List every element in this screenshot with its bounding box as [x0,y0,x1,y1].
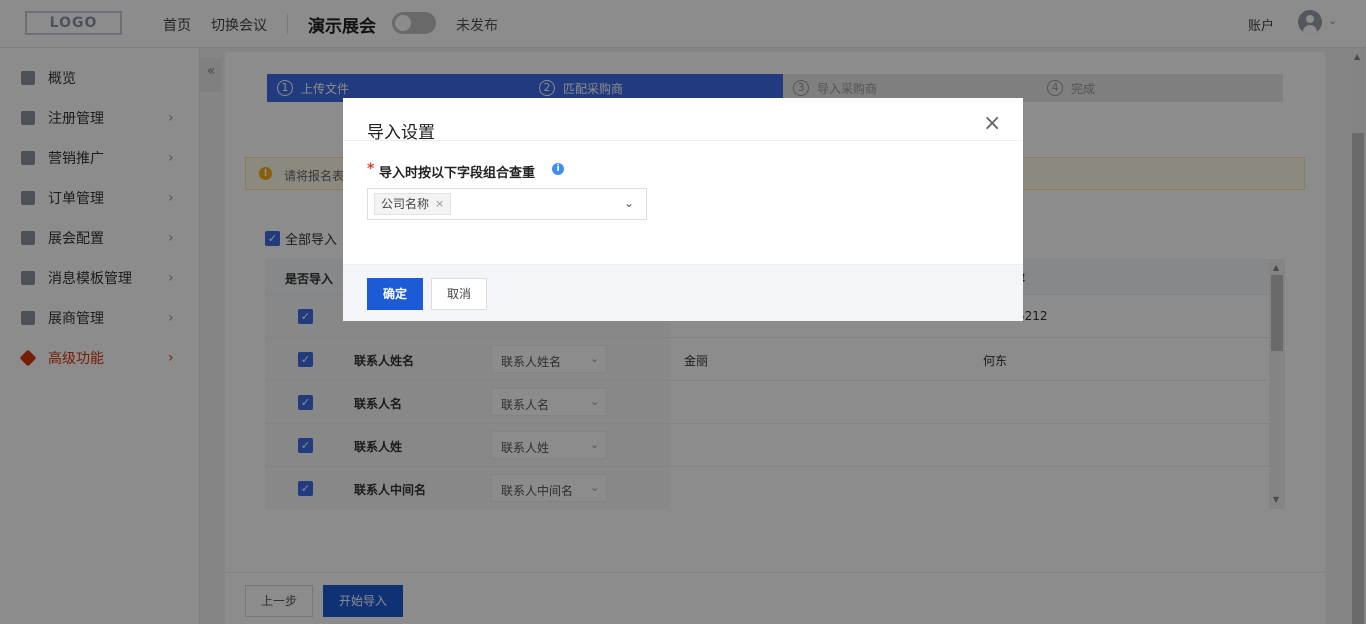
dialog-footer: 确定 取消 [343,264,1023,321]
dedupe-fields-select[interactable]: 公司名称 × ⌄ [367,188,647,220]
info-icon[interactable]: i [552,163,564,175]
close-icon[interactable]: × [983,113,1001,135]
tag-label: 公司名称 [381,197,430,211]
import-settings-dialog: 导入设置 × * 导入时按以下字段组合查重 i 公司名称 × ⌄ 确定 取消 [343,98,1023,321]
tag-close-icon[interactable]: × [435,194,444,214]
cancel-button[interactable]: 取消 [431,278,487,310]
chevron-down-icon[interactable]: ⌄ [624,196,634,210]
confirm-button[interactable]: 确定 [367,278,423,310]
required-mark: * [367,161,375,177]
dedupe-field-label: 导入时按以下字段组合查重 [379,166,536,181]
selected-tag: 公司名称 × [374,193,452,215]
dialog-divider [343,140,1023,141]
